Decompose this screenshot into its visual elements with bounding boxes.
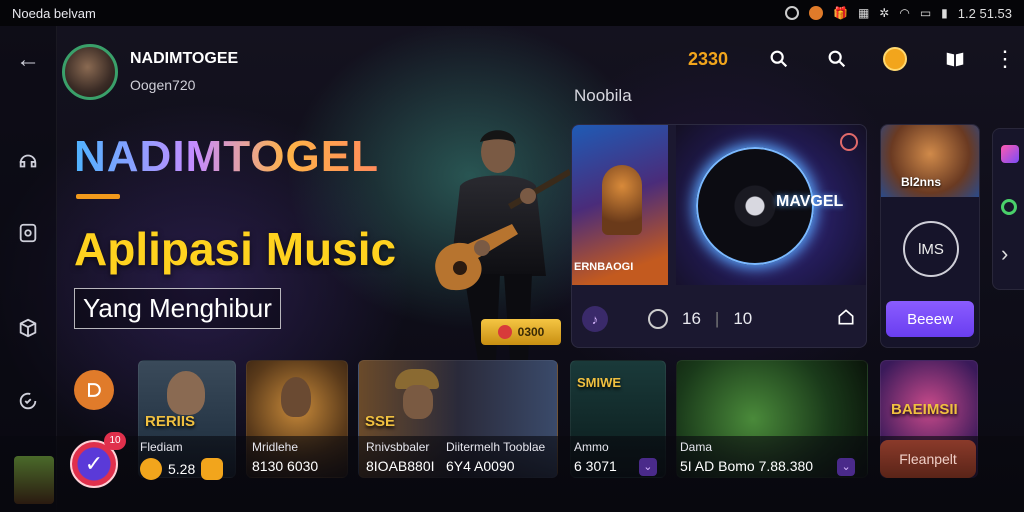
- music-note-icon[interactable]: ♪: [582, 306, 608, 332]
- app-notification-icon: [808, 6, 823, 20]
- info-col-6-title: Dama: [680, 440, 713, 454]
- thumb-label-4: SMIWE: [577, 375, 622, 390]
- coin-button-icon[interactable]: [201, 458, 224, 480]
- channel-name: NADIMTOGEE: [130, 50, 239, 67]
- thumb-label-3: SSE: [365, 413, 396, 430]
- play-count-chip[interactable]: 0300: [481, 319, 561, 345]
- timer-icon: [648, 309, 668, 329]
- info-col-6-value: 5I AD Bomo 7.88.380: [680, 458, 814, 474]
- side-card[interactable]: Bl2nns lMS Beeew: [880, 124, 980, 348]
- hero-tagline: Yang Menghibur: [74, 288, 281, 329]
- battery-icon: ▭: [919, 6, 932, 20]
- headphones-icon[interactable]: [15, 148, 41, 174]
- info-col-1-title: Flediam: [140, 440, 183, 454]
- settings-status-icon: ✲: [879, 6, 890, 20]
- hero-title: NADIMTOGEL: [74, 132, 379, 181]
- refresh-icon[interactable]: [15, 388, 41, 414]
- listener-count: 2330: [688, 49, 729, 69]
- hero-subtitle: Aplipasi Music: [74, 223, 397, 275]
- info-col-1: Flediam 5.28: [140, 438, 224, 480]
- status-time: 1.2 51.53: [957, 5, 1012, 21]
- book-icon[interactable]: [940, 44, 970, 74]
- title-underline: [76, 194, 120, 199]
- image-icon: ▦: [857, 6, 870, 20]
- side-circle-button[interactable]: lMS: [903, 221, 959, 277]
- chevron-badge-icon-2[interactable]: ⌄: [837, 457, 856, 476]
- info-col-6: Dama 5I AD Bomo 7.88.380 ⌄: [680, 438, 856, 477]
- info-col-3-value: 8IOAB880I: [366, 458, 435, 474]
- stat-one: 16: [682, 309, 701, 328]
- signal-icon: ▮: [941, 6, 948, 20]
- search-alt-icon[interactable]: [822, 44, 852, 74]
- featured-card-stats: ♪ 16 | 10: [572, 291, 866, 347]
- channel-subtitle: Oogen720: [130, 77, 196, 93]
- chevron-badge-icon[interactable]: ⌄: [638, 457, 657, 476]
- info-col-5: Ammo 6 3071 ⌄: [574, 438, 657, 477]
- status-bar: Noeda belvam 🎁 ▦ ✲ ◠ ▭ ▮ 1.2 51.53: [0, 0, 1024, 26]
- hero-game-art[interactable]: ERNBAOGI: [572, 125, 668, 285]
- info-col-5-title: Ammo: [574, 440, 609, 454]
- side-action-button[interactable]: Beeew: [886, 301, 974, 337]
- shield-icon: [784, 6, 799, 20]
- coin-small-icon: [140, 458, 162, 480]
- notification-badge: 10: [104, 432, 126, 450]
- channel-avatar[interactable]: [62, 44, 118, 100]
- info-col-2-title: Mridlehe: [252, 440, 299, 454]
- thumb-label-6: BAEIMSII: [891, 401, 958, 418]
- stat-divider: |: [714, 309, 720, 328]
- panel-label: Noobila: [574, 86, 632, 105]
- vinyl-label: MAVGEL: [776, 193, 844, 210]
- info-col-1-value: 5.28: [168, 460, 196, 477]
- info-col-3: Rnivsbbaler 8IOAB880I: [366, 438, 435, 477]
- side-circle-label: lMS: [918, 240, 944, 258]
- mascot-thumb[interactable]: [14, 456, 54, 504]
- vinyl-art[interactable]: MAVGEL: [676, 125, 866, 285]
- info-col-2: Mridlehe 8130 6030: [252, 438, 318, 477]
- side-card-caption: Bl2nns: [901, 175, 942, 189]
- next-card-peek[interactable]: ›: [992, 128, 1024, 290]
- status-left-text: Noeda belvam: [12, 5, 96, 21]
- chevron-right-icon[interactable]: ›: [1001, 241, 1008, 267]
- coin-icon[interactable]: [880, 44, 910, 74]
- side-action-label: Beeew: [907, 310, 953, 328]
- info-col-5-value: 6 3071: [574, 458, 617, 474]
- info-col-4: Diitermelh Tooblae 6Y4 A0090: [446, 438, 545, 477]
- info-col-2-value: 8130 6030: [252, 458, 319, 474]
- search-icon[interactable]: [764, 44, 794, 74]
- info-col-4-value: 6Y4 A0090: [446, 458, 515, 474]
- info-col-3-title: Rnivsbbaler: [366, 440, 430, 454]
- thumb-label-1: RERIIS: [145, 413, 196, 430]
- status-icons: 🎁 ▦ ✲ ◠ ▭ ▮ 1.2 51.53: [784, 5, 1012, 21]
- heart-icon: [497, 325, 512, 339]
- share-fab[interactable]: [74, 370, 114, 410]
- gift-icon: 🎁: [832, 6, 848, 20]
- featured-card[interactable]: ERNBAOGI MAVGEL ♪ 16 | 10: [571, 124, 867, 348]
- color-wheel-icon: [1001, 199, 1017, 215]
- play-chip-label: 0300: [517, 325, 545, 339]
- stat-two: 10: [733, 309, 753, 328]
- info-col-4-title: Diitermelh Tooblae: [446, 440, 546, 454]
- bottom-action-button[interactable]: Fleanpelt: [880, 440, 976, 478]
- home-icon[interactable]: [836, 307, 856, 332]
- bottom-action-label: Fleanpelt: [899, 451, 957, 467]
- heart-outline-icon[interactable]: [840, 133, 858, 151]
- app-tile-icon: [1001, 145, 1019, 163]
- library-icon[interactable]: [15, 220, 41, 246]
- wifi-icon: ◠: [899, 6, 910, 20]
- game-art-caption: ERNBAOGI: [574, 261, 634, 273]
- box-icon[interactable]: [15, 315, 41, 341]
- back-arrow-icon[interactable]: ←: [15, 46, 41, 73]
- more-vertical-icon[interactable]: ⋮: [990, 44, 1020, 74]
- side-card-art[interactable]: Bl2nns: [881, 125, 979, 197]
